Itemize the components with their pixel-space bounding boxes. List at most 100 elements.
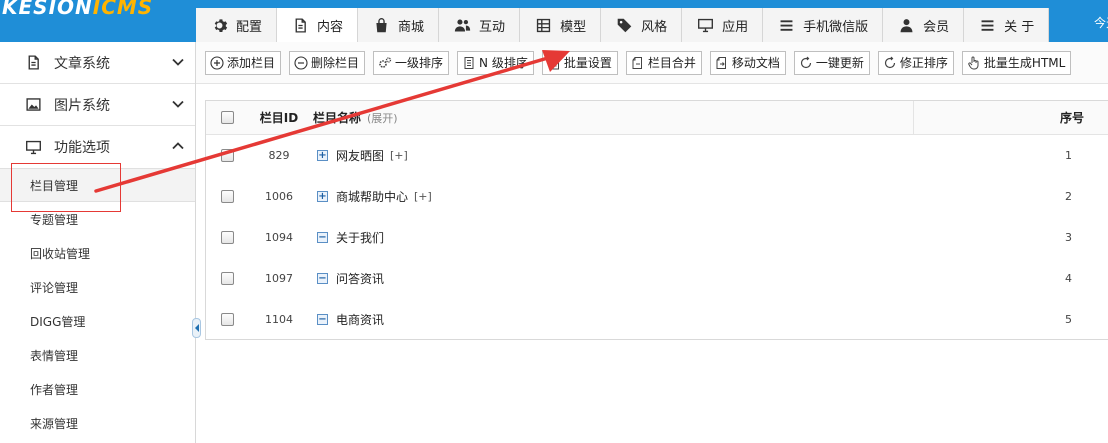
delete-column-button[interactable]: 删除栏目 [289,50,366,75]
shopping-bag-icon [372,16,390,34]
chevron-up-icon [172,142,184,150]
sidebar-item-recycle-bin[interactable]: 回收站管理 [0,236,195,270]
button-label: 移动文档 [731,56,780,70]
toolbar: 添加栏目 删除栏目 一级排序 N 级排序 批量设置 栏目合并 移动文档 一键更新… [196,42,1108,84]
sidebar-item-topic-manage[interactable]: 专题管理 [0,202,195,236]
column-name[interactable]: 电商资讯 [336,311,384,328]
document-icon [291,16,309,34]
users-icon [453,16,471,34]
sidebar-group-images[interactable]: 图片系统 [0,84,195,126]
table-row: 829 + 网友晒图 [+] 1 [206,135,1108,176]
level1-sort-button[interactable]: 一级排序 [373,50,450,75]
sidebar-item-sources[interactable]: 来源管理 [0,406,195,440]
sidebar-group-label: 文章系统 [54,55,110,72]
gear-icon [210,16,228,34]
row-checkbox[interactable] [221,272,234,285]
refresh-icon [799,56,813,70]
monitor-icon [696,16,714,34]
page: KESIONICMS 配置 内容 商城 互动 模型 风格 应用 手机微信版 会员… [0,0,1108,443]
header-name-label: 栏目名称 [313,111,362,125]
sidebar-item-emoticons[interactable]: 表情管理 [0,338,195,372]
column-name[interactable]: 问答资讯 [336,270,384,287]
tab-members[interactable]: 会员 [883,8,965,42]
expand-toggle[interactable]: + [317,150,328,161]
add-subcolumn-link[interactable]: [+] [414,190,432,203]
row-checkbox[interactable] [221,313,234,326]
n-level-sort-button[interactable]: N 级排序 [457,50,534,75]
table-row: 1104 − 电商资讯 5 [206,299,1108,340]
add-column-button[interactable]: 添加栏目 [205,50,282,75]
tab-label: 模型 [560,19,587,35]
menu-icon [978,16,996,34]
tab-apps[interactable]: 应用 [682,8,764,42]
sidebar-group-features[interactable]: 功能选项 [0,126,195,168]
tab-label: 互动 [479,19,506,35]
button-label: 删除栏目 [311,56,360,70]
tab-label: 商城 [398,19,425,35]
row-order: 1 [1065,149,1072,162]
tab-interact[interactable]: 互动 [439,8,521,42]
collapse-toggle[interactable]: − [317,314,328,325]
sidebar-collapse-handle[interactable] [192,318,201,338]
one-click-update-button[interactable]: 一键更新 [793,50,870,75]
logo: KESIONICMS [2,0,154,18]
sidebar-item-authors[interactable]: 作者管理 [0,372,195,406]
sidebar-group-articles[interactable]: 文章系统 [0,42,195,84]
main-nav: 配置 内容 商城 互动 模型 风格 应用 手机微信版 会员 关 于 [196,8,1050,42]
column-name[interactable]: 商城帮助中心 [336,188,408,205]
header-column-order: 序号 [1059,111,1084,125]
user-icon [897,16,915,34]
move-documents-button[interactable]: 移动文档 [709,50,786,75]
table-row: 1094 − 关于我们 3 [206,217,1108,258]
tab-label: 手机微信版 [803,19,869,35]
tab-mobile-wechat[interactable]: 手机微信版 [763,8,884,42]
chevron-down-icon [172,58,184,66]
gears-icon [378,56,392,70]
add-subcolumn-link[interactable]: [+] [390,149,408,162]
button-label: 批量生成HTML [983,56,1066,70]
monitor-icon [24,138,42,156]
merge-column-button[interactable]: 栏目合并 [625,50,702,75]
row-checkbox[interactable] [221,190,234,203]
sidebar-item-column-manage[interactable]: 栏目管理 [0,168,195,202]
tab-content[interactable]: 内容 [277,8,359,42]
menu-icon [777,16,795,34]
image-icon [24,96,42,114]
tab-label: 关 于 [1004,19,1035,35]
button-label: N 级排序 [479,56,528,70]
batch-settings-button[interactable]: 批量设置 [541,50,618,75]
tab-about[interactable]: 关 于 [964,8,1050,42]
tab-model[interactable]: 模型 [520,8,602,42]
column-name[interactable]: 关于我们 [336,229,384,246]
tab-style[interactable]: 风格 [601,8,683,42]
select-all-checkbox[interactable] [221,111,234,124]
row-checkbox[interactable] [221,231,234,244]
expand-all-link[interactable]: (展开) [367,110,398,126]
column-table: 栏目ID 栏目名称 (展开) 序号 829 + 网友晒图 [+] 1 1006 … [205,100,1108,340]
chevron-down-icon [172,100,184,108]
clipboard-icon [547,56,561,70]
row-id: 1006 [265,190,293,203]
button-label: 栏目合并 [647,56,696,70]
table-row: 1006 + 商城帮助中心 [+] 2 [206,176,1108,217]
row-order: 2 [1065,190,1072,203]
row-order: 5 [1065,313,1072,326]
tab-label: 配置 [236,19,263,35]
expand-toggle[interactable]: + [317,191,328,202]
sidebar-items: 栏目管理 专题管理 回收站管理 评论管理 DIGG管理 表情管理 作者管理 来源… [0,168,195,440]
tab-label: 会员 [923,19,950,35]
collapse-toggle[interactable]: − [317,273,328,284]
tab-config[interactable]: 配置 [196,8,278,42]
batch-generate-html-button[interactable]: 批量生成HTML [961,50,1072,75]
collapse-toggle[interactable]: − [317,232,328,243]
fix-sort-button[interactable]: 修正排序 [877,50,954,75]
column-name[interactable]: 网友晒图 [336,147,384,164]
tab-shop[interactable]: 商城 [358,8,440,42]
row-order: 4 [1065,272,1072,285]
sidebar-item-comments[interactable]: 评论管理 [0,270,195,304]
table-row: 1097 − 问答资讯 4 [206,258,1108,299]
button-label: 修正排序 [899,56,948,70]
sidebar-item-digg[interactable]: DIGG管理 [0,304,195,338]
row-order: 3 [1065,231,1072,244]
row-checkbox[interactable] [221,149,234,162]
